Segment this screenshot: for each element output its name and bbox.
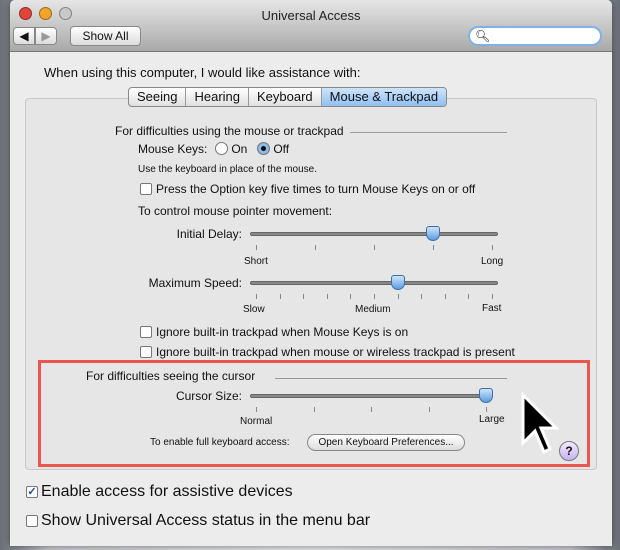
slider-tick <box>371 407 372 412</box>
radio-selected-icon <box>257 142 270 155</box>
assistive-devices-checkbox[interactable]: ✓ <box>26 486 38 498</box>
universal-access-window: Universal Access ◀ ▶ Show All 🔍︎ When us… <box>10 0 612 546</box>
search-field[interactable]: 🔍︎ <box>468 26 602 46</box>
slider-tick <box>444 294 446 299</box>
option-key-checkbox[interactable] <box>140 183 152 195</box>
slow-label: Slow <box>243 304 265 315</box>
mouse-section-heading: For difficulties using the mouse or trac… <box>115 124 344 138</box>
checkmark-icon: ✓ <box>27 486 37 498</box>
slider-tick <box>279 294 281 299</box>
divider <box>275 378 507 379</box>
show-all-button[interactable]: Show All <box>70 26 141 46</box>
open-keyboard-preferences-button[interactable]: Open Keyboard Preferences... <box>307 434 465 451</box>
help-button[interactable]: ? <box>559 441 579 461</box>
slider-tick <box>256 407 257 412</box>
divider <box>350 132 507 133</box>
slider-tick <box>256 245 257 250</box>
initial-delay-slider[interactable] <box>250 226 498 250</box>
medium-label: Medium <box>355 304 391 315</box>
slider-tick <box>492 245 493 250</box>
slider-tick <box>468 294 470 299</box>
slider-thumb[interactable] <box>479 388 493 403</box>
ignore-trackpad-mouse-label: Ignore built-in trackpad when mouse or w… <box>156 345 515 359</box>
slider-thumb[interactable] <box>426 226 440 241</box>
back-button[interactable]: ◀ <box>13 27 35 45</box>
ignore-trackpad-mousekeys-label: Ignore built-in trackpad when Mouse Keys… <box>156 325 409 339</box>
assistance-prompt: When using this computer, I would like a… <box>44 65 361 80</box>
initial-delay-label: Initial Delay: <box>176 227 242 241</box>
long-label: Long <box>481 256 504 267</box>
slider-tick <box>486 407 487 412</box>
mouse-keys-on-radio[interactable]: On <box>215 142 247 156</box>
forward-arrow-icon: ▶ <box>41 29 51 43</box>
slider-tick <box>428 407 430 412</box>
keyboard-access-label: To enable full keyboard access: <box>150 437 290 448</box>
slider-tick <box>326 294 328 299</box>
slider-tick <box>374 245 375 250</box>
ignore-trackpad-mouse-checkbox[interactable] <box>140 346 152 358</box>
off-label: Off <box>273 142 290 156</box>
maximum-speed-slider[interactable] <box>250 275 498 299</box>
back-arrow-icon: ◀ <box>19 29 29 43</box>
slider-tick <box>433 245 434 250</box>
search-input[interactable] <box>490 29 594 43</box>
mouse-keys-hint: Use the keyboard in place of the mouse. <box>138 164 317 175</box>
slider-thumb[interactable] <box>390 275 405 290</box>
tab-mouse-trackpad[interactable]: Mouse & Trackpad <box>321 88 447 106</box>
tab-keyboard[interactable]: Keyboard <box>249 88 322 106</box>
mouse-keys-label: Mouse Keys: <box>138 142 208 156</box>
slider-tick <box>315 245 316 250</box>
large-cursor-icon <box>521 392 560 455</box>
option-key-label: Press the Option key five times to turn … <box>156 182 476 196</box>
window-title: Universal Access <box>261 8 361 23</box>
title-bar: Universal Access ◀ ▶ Show All 🔍︎ <box>10 0 612 52</box>
on-label: On <box>231 142 248 156</box>
search-icon: 🔍︎ <box>475 29 491 43</box>
slider-tick <box>256 294 257 299</box>
cursor-size-slider[interactable] <box>250 388 493 412</box>
forward-button[interactable]: ▶ <box>35 27 57 45</box>
control-label: To control mouse pointer movement: <box>138 204 333 218</box>
assistive-devices-label: Enable access for assistive devices <box>41 483 293 500</box>
slider-tick <box>350 294 352 299</box>
cursor-size-label: Cursor Size: <box>175 389 242 403</box>
cursor-section-heading: For difficulties seeing the cursor <box>86 369 256 383</box>
normal-label: Normal <box>240 416 273 427</box>
ignore-trackpad-mousekeys-checkbox[interactable] <box>140 326 152 338</box>
slider-tick <box>421 294 423 299</box>
slider-tick <box>492 294 493 299</box>
maximum-speed-label: Maximum Speed: <box>148 276 242 290</box>
slider-tick <box>397 294 399 299</box>
tab-bar: Seeing Hearing Keyboard Mouse & Trackpad <box>128 87 448 107</box>
fast-label: Fast <box>482 303 502 314</box>
radio-on-icon <box>215 142 228 155</box>
slider-tick <box>313 407 315 412</box>
short-label: Short <box>244 256 268 267</box>
menu-bar-status-checkbox[interactable] <box>26 515 38 527</box>
slider-tick <box>374 294 375 299</box>
large-label: Large <box>479 414 505 425</box>
mouse-keys-off-radio[interactable]: Off <box>257 142 289 156</box>
menu-bar-status-label: Show Universal Access status in the menu… <box>41 512 371 529</box>
slider-tick <box>303 294 305 299</box>
tab-seeing[interactable]: Seeing <box>129 88 187 106</box>
tab-hearing[interactable]: Hearing <box>186 88 250 106</box>
